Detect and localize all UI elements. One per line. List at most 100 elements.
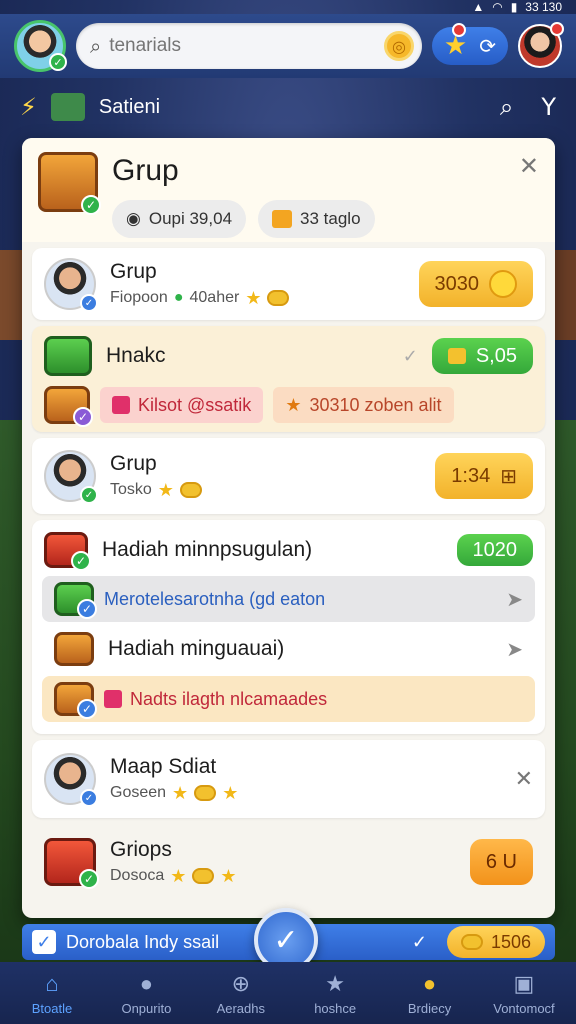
tag-button[interactable]: Kilsot @ssatik <box>100 387 264 423</box>
send-icon[interactable]: ➤ <box>506 587 523 612</box>
search-box[interactable]: ⌕ ◎ <box>76 23 422 69</box>
nav-label: Vontomocf <box>493 1000 555 1016</box>
nav-item-inbox[interactable]: ▣ Vontomocf <box>478 971 570 1016</box>
reward-line[interactable]: ✓ Merotelesarotnha (gd eaton ➤ <box>42 576 535 622</box>
group-icon: ◉ <box>126 209 141 228</box>
filter-icon[interactable]: Y <box>541 93 556 121</box>
claim-button[interactable]: 1020 <box>456 534 533 566</box>
star-icon: ★ <box>245 287 262 308</box>
treasure-icon: ✓ <box>54 682 97 719</box>
check-icon: ✓ <box>71 551 91 571</box>
person-icon: ● <box>139 970 154 996</box>
verified-icon: ✓ <box>80 294 98 312</box>
coin-icon[interactable]: ◎ <box>383 31 414 61</box>
row-title: Grup <box>110 259 157 283</box>
refresh-icon: ⟳ <box>479 34 496 58</box>
status-bar: ▲ ◠ ▮ 33 130 <box>472 0 562 14</box>
level-value: 6 U <box>485 850 517 873</box>
gift-icon: ✓ <box>44 532 91 571</box>
gold-counter[interactable]: 1506 <box>446 926 545 958</box>
coin-icon: ● <box>422 970 437 996</box>
top-bar: ✓ ⌕ ◎ ★ ⟳ <box>0 14 576 78</box>
box-icon: ✓ <box>54 582 97 619</box>
row-title: Grup <box>110 451 157 475</box>
group-panel: ✓ Grup ◉ Oupi 39,04 33 taglo ✕ ✓ Grup Fi… <box>22 138 555 918</box>
tag-icon <box>112 396 130 414</box>
tag-chip[interactable]: 33 taglo <box>258 200 375 238</box>
star-icon: ★ <box>285 394 302 415</box>
check-icon: ✓ <box>273 922 299 958</box>
verified-icon: ✓ <box>80 789 98 807</box>
nav-label: Brdiecy <box>407 1000 452 1016</box>
nav-item-home[interactable]: ⌂ Btoatle <box>6 971 98 1016</box>
box-icon[interactable] <box>50 93 85 121</box>
time-badge-button[interactable]: 1:34 ⊞ <box>435 453 533 499</box>
nav-item-favorites[interactable]: ★ hoshce <box>289 971 381 1016</box>
list-item[interactable]: ✓ Griops Dosoca ★ ★ 6 U <box>32 824 545 900</box>
checkbox-icon[interactable]: ✓ <box>32 930 56 954</box>
coin-icon <box>192 868 215 884</box>
tag-label: 30310 zoben alit <box>309 394 442 415</box>
member-avatar: ✓ <box>44 258 98 312</box>
daily-strip-label: Dorobala Indy ssail <box>66 931 220 952</box>
nav-item-coins[interactable]: ● Brdiecy <box>384 971 476 1016</box>
star-icon: ★ <box>157 479 174 500</box>
nav-item-download[interactable]: ⊕ Aeradhs <box>195 971 287 1016</box>
search-input[interactable] <box>109 35 376 57</box>
nav-item-profile[interactable]: ● Onpurito <box>100 971 192 1016</box>
list-item[interactable]: ✓ Grup Tosko ★ 1:34 ⊞ <box>32 438 545 514</box>
level-badge-button[interactable]: 6 U <box>469 839 533 885</box>
gift-icon <box>44 336 92 376</box>
check-icon: ✓ <box>411 931 427 952</box>
search-icon[interactable]: ⌕ <box>500 93 513 121</box>
member-avatar: ✓ <box>44 753 98 807</box>
close-icon[interactable]: ✕ <box>519 152 539 180</box>
coin-icon <box>194 785 217 801</box>
coin-icon <box>179 482 202 498</box>
coin-icon <box>267 290 290 306</box>
score-badge-button[interactable]: 3030 <box>418 261 533 307</box>
gift-icon: ✓ <box>44 838 99 889</box>
row-title: Hnakc <box>106 344 166 367</box>
notification-dot <box>451 23 466 37</box>
star-icon: ★ <box>325 970 346 996</box>
nav-label: Onpurito <box>121 1000 172 1016</box>
subheader-title: Satieni <box>98 95 161 118</box>
tag-icon <box>104 690 122 708</box>
inbox-icon: ▣ <box>513 970 535 996</box>
group-stat-chip[interactable]: ◉ Oupi 39,04 <box>112 200 247 238</box>
coin-icon <box>460 934 483 950</box>
reward-value: S,05 <box>475 344 517 367</box>
list-item-expanded[interactable]: Hnakc ✓ S,05 ✓ Kilsot @ssatik ★ 30310 zo… <box>32 326 545 432</box>
send-icon[interactable]: ➤ <box>506 637 523 661</box>
tag-chip-label: 33 taglo <box>300 209 361 228</box>
check-icon: ✓ <box>402 345 418 367</box>
row-title: Griops <box>110 837 172 861</box>
rewards-pill-button[interactable]: ★ ⟳ <box>431 23 508 65</box>
tag-button[interactable]: ★ 30310 zoben alit <box>273 387 454 423</box>
bottom-nav: ⌂ Btoatle ● Onpurito ⊕ Aeradhs ★ hoshce … <box>0 962 576 1024</box>
reward-badge-button[interactable]: S,05 <box>431 338 533 374</box>
bolt-icon[interactable]: ⚡ <box>20 93 37 121</box>
smile-icon <box>489 270 517 298</box>
chest-icon: ✓ <box>38 152 101 215</box>
treasure-icon: ✓ <box>44 386 93 427</box>
row-subtitle: Dosoca <box>110 867 165 884</box>
reward-line[interactable]: ✓ Nadts ilagth nlcamaades <box>42 676 535 722</box>
check-icon: ● <box>173 289 184 306</box>
member-avatar: ✓ <box>44 450 98 504</box>
download-icon: ⊕ <box>231 970 250 996</box>
signal-icon: ▲ <box>472 0 485 14</box>
reward-line-label: Nadts ilagth nlcamaades <box>130 688 328 709</box>
list-item[interactable]: ✓ Maap Sdiat Goseen ★ ★ ✕ <box>32 740 545 818</box>
search-icon: ⌕ <box>90 34 102 58</box>
list-item[interactable]: ✓ Grup Fiopoon ● 40aher ★ 3030 <box>32 248 545 320</box>
score-value: 3030 <box>434 272 480 295</box>
battery-icon: ▮ <box>510 0 518 14</box>
verified-icon: ✓ <box>49 53 67 71</box>
profile-avatar[interactable]: ✓ <box>14 20 67 72</box>
friend-avatar[interactable] <box>518 22 564 68</box>
gold-box-icon <box>447 348 466 364</box>
close-icon[interactable]: ✕ <box>515 767 533 792</box>
check-icon: ✓ <box>81 195 101 215</box>
